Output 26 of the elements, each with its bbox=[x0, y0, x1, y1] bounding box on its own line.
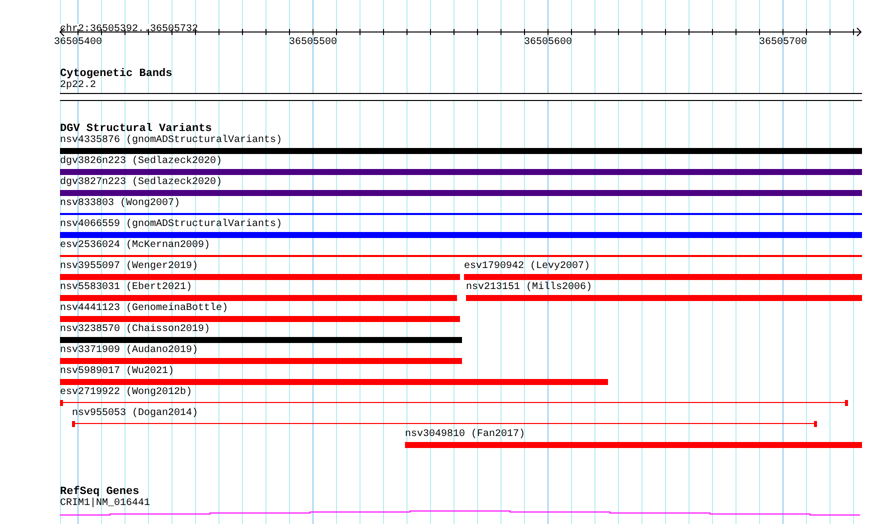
variant-label: nsv4441123 (GenomeinaBottle) bbox=[60, 303, 228, 315]
ruler-tick-label: 36505500 bbox=[289, 37, 337, 49]
gene-label: CRIM1|NM_016441 bbox=[60, 498, 150, 509]
variant-label: dgv3826n223 (Sedlazeck2020) bbox=[60, 156, 222, 168]
track-title: RefSeq Genes bbox=[60, 486, 140, 498]
variant-label: nsv3955097 (Wenger2019) bbox=[60, 261, 198, 273]
variant-label: nsv3049810 (Fan2017) bbox=[405, 429, 526, 441]
variant-label: nsv833803 (Wong2007) bbox=[60, 198, 180, 210]
variant-label: nsv5989017 (Wu2021) bbox=[60, 366, 174, 378]
ruler-tick-label: 36505400 bbox=[54, 37, 102, 49]
band-label: 2p22.2 bbox=[60, 80, 96, 91]
variant-label: nsv4335876 (gnomADStructuralVariants) bbox=[60, 135, 282, 147]
variant-label: esv2536024 (McKernan2009) bbox=[60, 240, 210, 252]
variant-label: nsv5583031 (Ebert2021) bbox=[60, 282, 192, 294]
track-title: DGV Structural Variants bbox=[60, 123, 212, 135]
variant-label: nsv3238570 (Chaisson2019) bbox=[60, 324, 210, 336]
variant-label: dgv3827n223 (Sedlazeck2020) bbox=[60, 177, 222, 189]
variant-label: nsv955053 (Dogan2014) bbox=[72, 408, 198, 420]
ruler-tick-label: 36505700 bbox=[759, 37, 807, 49]
ruler-tick-label: 36505600 bbox=[524, 37, 572, 49]
variant-label: nsv4066559 (gnomADStructuralVariants) bbox=[60, 219, 282, 231]
track-title: Cytogenetic Bands bbox=[60, 68, 172, 80]
variant-label: esv1790942 (Levy2007) bbox=[464, 261, 590, 273]
variant-label: esv2719922 (Wong2012b) bbox=[60, 387, 192, 399]
variant-label: nsv213151 (Mills2006) bbox=[466, 282, 592, 294]
variant-label: nsv3371909 (Audano2019) bbox=[60, 345, 198, 357]
